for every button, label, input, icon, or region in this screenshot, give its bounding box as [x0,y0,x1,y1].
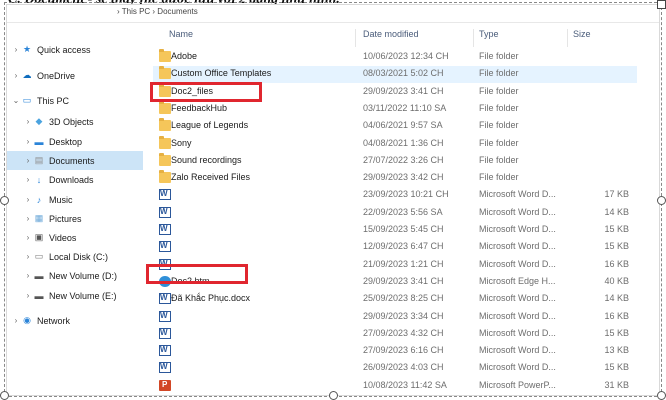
resize-handle-bottom-right[interactable] [657,391,666,400]
resize-handle-bottom-left[interactable] [0,391,9,400]
resize-handle-bottom[interactable] [329,391,338,400]
resize-handle-top-right[interactable] [657,0,666,9]
resize-handle-right[interactable] [657,196,666,205]
image-selection-frame [4,2,662,397]
resize-handle-left[interactable] [0,196,9,205]
